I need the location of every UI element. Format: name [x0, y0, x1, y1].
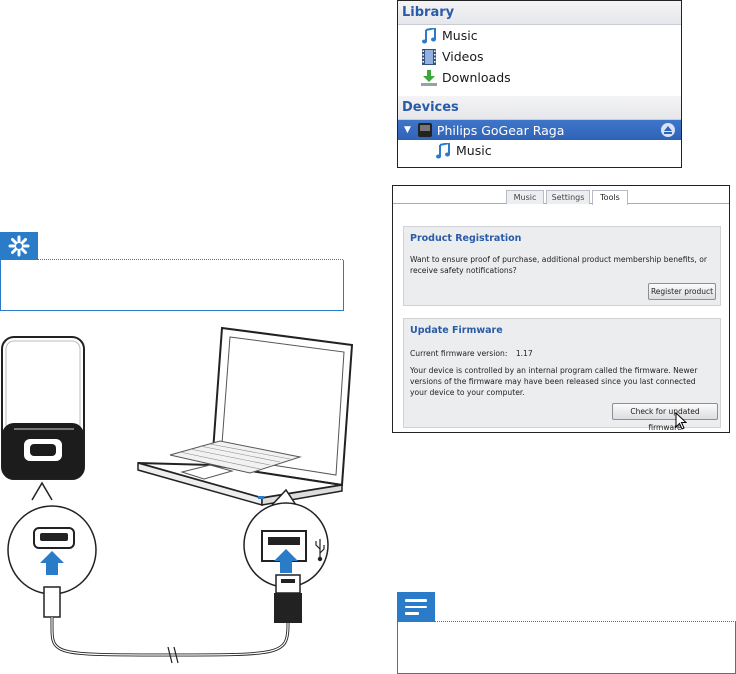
music-note-icon	[420, 27, 438, 44]
library-item-videos[interactable]: Videos	[398, 46, 681, 67]
note-box	[397, 622, 736, 674]
device-item-gogear[interactable]: ▼ Philips GoGear Raga	[398, 120, 681, 140]
eject-icon[interactable]	[661, 123, 675, 137]
player-device-image	[1, 336, 85, 480]
update-firmware-section: Update Firmware Current firmware version…	[403, 318, 721, 432]
library-item-label: Music	[442, 28, 478, 43]
product-registration-section: Product Registration Want to ensure proo…	[403, 226, 721, 306]
laptop-image	[137, 326, 354, 506]
library-item-label: Videos	[442, 49, 484, 64]
device-item-music[interactable]: Music	[398, 140, 681, 161]
firmware-version-line: Current firmware version: 1.17	[404, 348, 720, 359]
film-icon	[420, 48, 438, 65]
note-icon	[397, 592, 435, 622]
firmware-version-label: Current firmware version:	[410, 349, 508, 358]
device-name: Philips GoGear Raga	[436, 122, 565, 138]
connection-illustration	[1, 326, 354, 664]
download-icon	[420, 69, 438, 86]
tab-settings[interactable]: Settings	[546, 190, 590, 204]
tab-music[interactable]: Music	[506, 190, 544, 204]
devices-header: Devices	[398, 96, 681, 120]
library-item-music[interactable]: Music	[398, 25, 681, 46]
section-text: Your device is controlled by an internal…	[410, 366, 698, 397]
library-item-downloads[interactable]: Downloads	[398, 67, 681, 88]
usb-port-zoom	[243, 488, 329, 588]
usb-cable-image	[43, 574, 302, 664]
tip-box	[0, 260, 344, 311]
mouse-cursor-icon	[675, 412, 687, 430]
section-title: Update Firmware	[410, 325, 503, 336]
section-title: Product Registration	[410, 233, 522, 244]
section-text: Want to ensure proof of purchase, additi…	[410, 255, 708, 275]
micro-usb-port-zoom	[7, 481, 97, 595]
tip-icon	[0, 232, 38, 260]
device-icon	[417, 123, 433, 137]
register-product-button[interactable]: Register product	[648, 283, 716, 300]
tab-bar: Music Settings Tools	[393, 186, 729, 205]
music-note-icon	[434, 142, 452, 159]
library-panel: Library Music Videos Downloads Devices ▼…	[397, 0, 682, 168]
tab-tools[interactable]: Tools	[592, 190, 628, 205]
expand-arrow-icon[interactable]: ▼	[404, 125, 411, 135]
check-firmware-button[interactable]: Check for updated firmware	[612, 403, 718, 432]
firmware-version-value: 1.17	[515, 349, 533, 358]
device-item-label: Music	[456, 143, 492, 158]
tools-panel: Music Settings Tools Product Registratio…	[392, 185, 730, 433]
library-header: Library	[398, 1, 681, 25]
library-item-label: Downloads	[442, 70, 511, 85]
